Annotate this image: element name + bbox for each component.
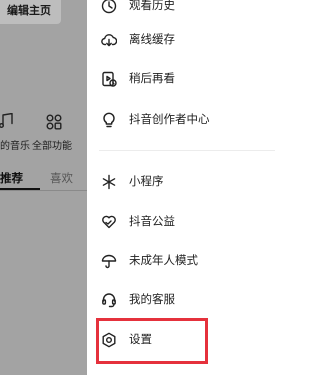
menu-item-mini-programs[interactable]: 小程序	[87, 164, 281, 200]
all-features-label: 全部功能	[32, 141, 72, 152]
menu-label: 抖音公益	[129, 214, 175, 228]
menu-item-charity[interactable]: 抖音公益	[87, 204, 281, 240]
music-note-icon[interactable]	[0, 113, 14, 129]
umbrella-icon	[101, 253, 117, 269]
menu-divider	[99, 150, 275, 151]
edit-profile-button[interactable]: 编辑主页	[0, 0, 61, 24]
menu-item-history[interactable]: 观看历史	[87, 0, 281, 24]
menu-label: 我的客服	[129, 292, 175, 306]
heart-hands-icon	[101, 214, 117, 230]
menu-label: 小程序	[129, 174, 164, 188]
background-profile-page: 编辑主页 的音乐 全部功能 推荐 喜欢	[0, 0, 87, 375]
menu-label: 未成年人模式	[129, 253, 198, 267]
grid-icon[interactable]	[46, 114, 62, 130]
menu-label: 离线缓存	[129, 32, 175, 46]
menu-label: 观看历史	[129, 0, 175, 12]
settings-highlight-box	[96, 318, 208, 364]
menu-item-creator-center[interactable]: 抖音创作者中心	[87, 102, 281, 138]
watch-later-icon	[101, 71, 117, 87]
tab-divider	[0, 190, 87, 191]
menu-label: 稍后再看	[129, 71, 175, 85]
tab-likes[interactable]: 喜欢	[50, 170, 73, 186]
menu-item-offline-cache[interactable]: 离线缓存	[87, 22, 281, 58]
music-label: 的音乐	[0, 141, 30, 152]
menu-item-watch-later[interactable]: 稍后再看	[87, 61, 281, 97]
mini-program-icon	[101, 174, 117, 190]
menu-label: 抖音创作者中心	[129, 112, 210, 126]
menu-item-customer-service[interactable]: 我的客服	[87, 282, 281, 318]
menu-item-teen-mode[interactable]: 未成年人模式	[87, 243, 281, 279]
cloud-download-icon	[101, 32, 117, 48]
lightbulb-icon	[101, 112, 117, 128]
tab-recommend[interactable]: 推荐	[0, 170, 23, 186]
customer-service-icon	[101, 292, 117, 308]
history-icon	[101, 0, 117, 14]
